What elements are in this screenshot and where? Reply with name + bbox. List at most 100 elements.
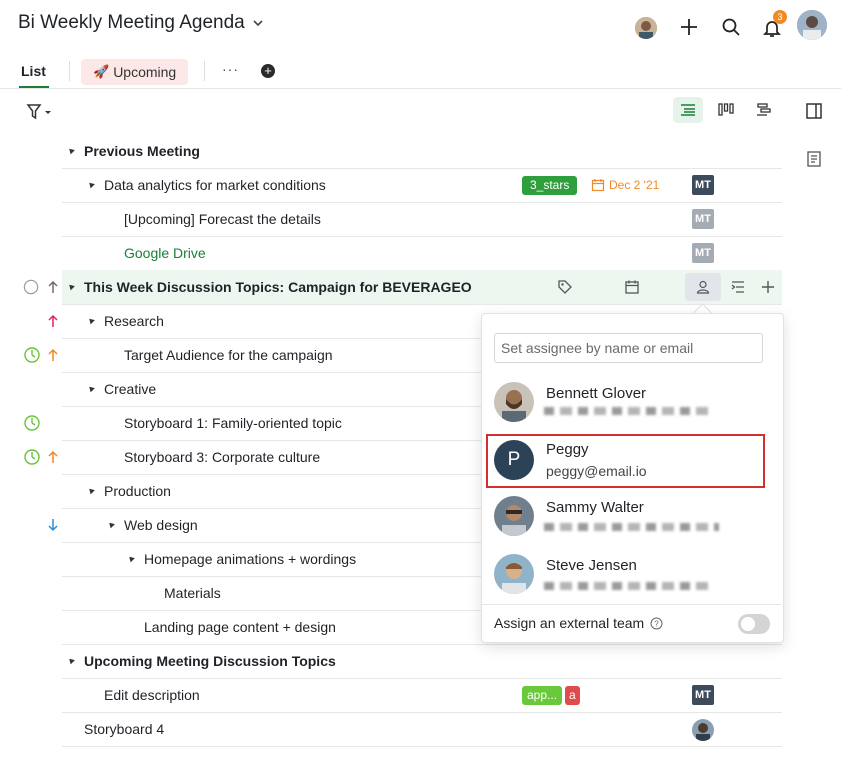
due-date[interactable]: Dec 2 '21 <box>591 178 659 192</box>
task-title[interactable]: Production <box>104 483 171 499</box>
divider <box>0 88 841 89</box>
calendar-icon <box>591 179 605 192</box>
collapse-caret-icon[interactable] <box>67 656 75 665</box>
assignee-option[interactable]: Steve Jensen <box>482 548 781 602</box>
person-name: Steve Jensen <box>546 557 637 574</box>
collapse-caret-icon[interactable] <box>87 384 95 393</box>
task-title[interactable]: Storyboard 4 <box>84 721 164 737</box>
avatar <box>494 554 534 594</box>
section-title[interactable]: This Week Discussion Topics: Campaign fo… <box>84 279 472 295</box>
in-progress-icon[interactable] <box>24 449 40 465</box>
assignee-avatar[interactable]: MT <box>692 175 714 195</box>
panel-icon[interactable] <box>805 102 823 120</box>
list-item[interactable]: Storyboard 4 <box>62 712 782 747</box>
task-title[interactable]: Materials <box>164 585 221 601</box>
help-icon[interactable]: ? <box>650 617 663 630</box>
add-tab-icon[interactable]: + <box>261 64 275 78</box>
attachment-link[interactable]: Google Drive <box>124 245 206 261</box>
tag-badge[interactable]: app... <box>522 686 563 705</box>
assignee-option[interactable]: Bennett Glover <box>482 376 781 430</box>
chevron-down-icon[interactable] <box>251 16 265 30</box>
priority-urgent-icon[interactable] <box>45 313 61 329</box>
priority-high-icon[interactable] <box>45 347 61 363</box>
list-item[interactable]: Upcoming Meeting Discussion Topics <box>62 644 782 679</box>
person-icon <box>696 280 710 294</box>
blurred-email <box>544 407 709 415</box>
status-circle-icon[interactable] <box>23 279 39 295</box>
board-view-button[interactable] <box>711 97 741 123</box>
assignee-avatar[interactable]: MT <box>692 209 714 229</box>
subtask-icon[interactable] <box>730 279 746 295</box>
tab-upcoming-label: Upcoming <box>113 64 177 80</box>
avatar <box>494 382 534 422</box>
assignee-avatar[interactable]: MT <box>692 243 714 263</box>
timeline-view-button[interactable] <box>749 97 779 123</box>
in-progress-icon[interactable] <box>24 415 40 431</box>
task-title[interactable]: Web design <box>124 517 198 533</box>
in-progress-icon[interactable] <box>24 347 40 363</box>
filter-icon[interactable] <box>26 103 56 121</box>
assignee-avatar[interactable]: MT <box>692 685 714 705</box>
task-title[interactable]: Storyboard 1: Family-oriented topic <box>124 415 342 431</box>
list-item[interactable]: This Week Discussion Topics: Campaign fo… <box>62 270 782 305</box>
list-item[interactable]: [Upcoming] Forecast the details MT <box>62 202 782 237</box>
list-item[interactable]: Previous Meeting <box>62 134 782 169</box>
avatar[interactable] <box>635 17 657 39</box>
assignee-option[interactable]: Sammy Walter <box>482 490 781 544</box>
tag-badge[interactable]: a <box>565 686 580 705</box>
svg-text:?: ? <box>654 620 659 629</box>
more-tabs-button[interactable]: ··· <box>222 61 239 77</box>
person-name: Sammy Walter <box>546 499 644 516</box>
tab-list[interactable]: List <box>21 63 46 79</box>
task-title[interactable]: Landing page content + design <box>144 619 336 635</box>
collapse-caret-icon[interactable] <box>87 180 95 189</box>
priority-up-icon[interactable] <box>45 279 61 295</box>
blurred-email <box>544 582 709 590</box>
tag-badge[interactable]: 3_stars <box>522 176 578 195</box>
collapse-caret-icon[interactable] <box>87 316 95 325</box>
blurred-email <box>544 523 719 531</box>
priority-low-icon[interactable] <box>45 517 61 533</box>
collapse-caret-icon[interactable] <box>127 554 135 563</box>
rocket-icon: 🚀 <box>93 64 110 79</box>
collapse-caret-icon[interactable] <box>107 520 115 529</box>
add-icon[interactable] <box>678 16 700 38</box>
task-title[interactable]: Storyboard 3: Corporate culture <box>124 449 320 465</box>
user-avatar[interactable] <box>797 10 827 40</box>
external-team-label: Assign an external team ? <box>494 615 663 631</box>
search-icon[interactable] <box>720 16 742 38</box>
list-view-button[interactable] <box>673 97 703 123</box>
assignee-search-input[interactable] <box>494 333 763 363</box>
task-title[interactable]: Creative <box>104 381 156 397</box>
assignee-button[interactable] <box>685 273 721 301</box>
avatar <box>494 496 534 536</box>
section-title[interactable]: Upcoming Meeting Discussion Topics <box>84 653 336 669</box>
divider <box>204 61 205 81</box>
tab-upcoming[interactable]: 🚀 Upcoming <box>81 59 189 85</box>
notes-icon[interactable] <box>805 150 823 168</box>
add-icon[interactable] <box>760 279 776 295</box>
task-title[interactable]: Research <box>104 313 164 329</box>
assignee-avatar[interactable] <box>692 719 714 741</box>
section-title[interactable]: Previous Meeting <box>84 143 200 159</box>
list-item[interactable]: Google Drive MT <box>62 236 782 271</box>
task-title[interactable]: Target Audience for the campaign <box>124 347 333 363</box>
collapse-caret-icon[interactable] <box>67 282 75 291</box>
calendar-icon[interactable] <box>624 279 640 295</box>
task-title[interactable]: Homepage animations + wordings <box>144 551 356 567</box>
priority-high-icon[interactable] <box>45 449 61 465</box>
list-item[interactable]: Data analytics for market conditions 3_s… <box>62 168 782 203</box>
divider <box>69 61 70 81</box>
page-title[interactable]: Bi Weekly Meeting Agenda <box>18 12 245 34</box>
task-title[interactable]: Data analytics for market conditions <box>104 177 326 193</box>
collapse-caret-icon[interactable] <box>67 146 75 155</box>
toggle-knob <box>741 617 755 631</box>
task-title[interactable]: Edit description <box>104 687 200 703</box>
person-name: Bennett Glover <box>546 385 647 402</box>
selected-highlight <box>486 434 765 488</box>
collapse-caret-icon[interactable] <box>87 486 95 495</box>
list-item[interactable]: Edit description app... a MT <box>62 678 782 713</box>
tag-icon[interactable] <box>557 279 573 295</box>
divider <box>482 604 781 605</box>
task-title[interactable]: [Upcoming] Forecast the details <box>124 211 321 227</box>
